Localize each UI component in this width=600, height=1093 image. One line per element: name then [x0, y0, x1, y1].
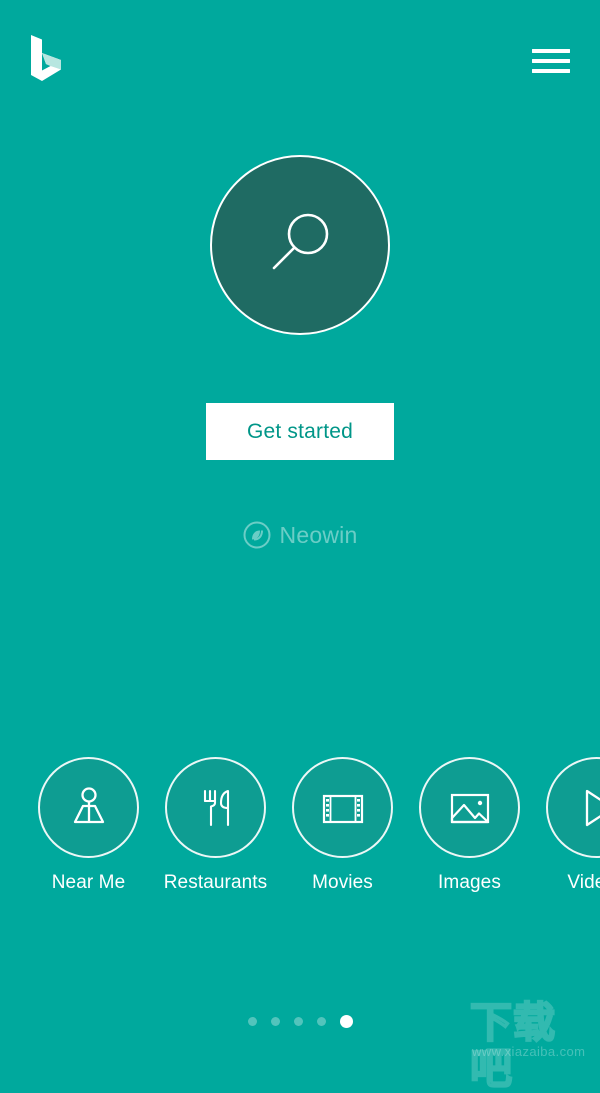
neowin-logo-icon — [243, 521, 271, 549]
category-videos[interactable]: Videos — [545, 757, 600, 894]
film-strip-icon — [317, 782, 369, 834]
xiazaiba-url-text: www.xiazaiba.com — [472, 1044, 585, 1059]
page-dot-2[interactable] — [271, 1017, 280, 1026]
hamburger-menu-button[interactable] — [530, 46, 572, 76]
carousel-track: Near Me Restaurants — [37, 757, 600, 894]
search-icon — [261, 206, 339, 284]
category-circle — [419, 757, 520, 858]
neowin-watermark: Neowin — [0, 517, 600, 553]
page-dot-5[interactable] — [340, 1015, 353, 1028]
category-circle — [292, 757, 393, 858]
xiazaiba-watermark: 下载吧 www.xiazaiba.com — [470, 1000, 594, 1062]
category-movies[interactable]: Movies — [291, 757, 394, 894]
person-on-map-icon — [63, 782, 115, 834]
page-dot-1[interactable] — [248, 1017, 257, 1026]
category-circle — [165, 757, 266, 858]
fork-knife-icon — [190, 782, 242, 834]
category-restaurants[interactable]: Restaurants — [164, 757, 267, 894]
play-triangle-icon — [571, 782, 600, 834]
hamburger-bar-1 — [532, 49, 570, 53]
category-label: Movies — [312, 872, 373, 894]
category-label: Images — [438, 872, 501, 894]
hamburger-bar-3 — [532, 69, 570, 73]
search-orb-button[interactable] — [210, 155, 390, 335]
page-dot-4[interactable] — [317, 1017, 326, 1026]
category-circle — [38, 757, 139, 858]
category-images[interactable]: Images — [418, 757, 521, 894]
bing-logo[interactable] — [28, 33, 74, 85]
get-started-button[interactable]: Get started — [206, 403, 394, 460]
picture-icon — [444, 782, 496, 834]
page-dot-3[interactable] — [294, 1017, 303, 1026]
neowin-label: Neowin — [280, 522, 358, 549]
get-started-label: Get started — [247, 420, 353, 444]
category-label: Near Me — [52, 872, 126, 894]
xiazaiba-cn-text: 下载吧 — [470, 1000, 594, 1092]
app-screen: Get started Neowin Near Me — [0, 0, 600, 1066]
category-label: Restaurants — [164, 872, 268, 894]
hamburger-bar-2 — [532, 59, 570, 63]
category-carousel[interactable]: Near Me Restaurants — [0, 757, 600, 907]
category-near-me[interactable]: Near Me — [37, 757, 140, 894]
category-circle — [546, 757, 600, 858]
category-label: Videos — [567, 872, 600, 894]
top-bar — [0, 0, 600, 120]
page-indicator — [0, 1015, 600, 1028]
